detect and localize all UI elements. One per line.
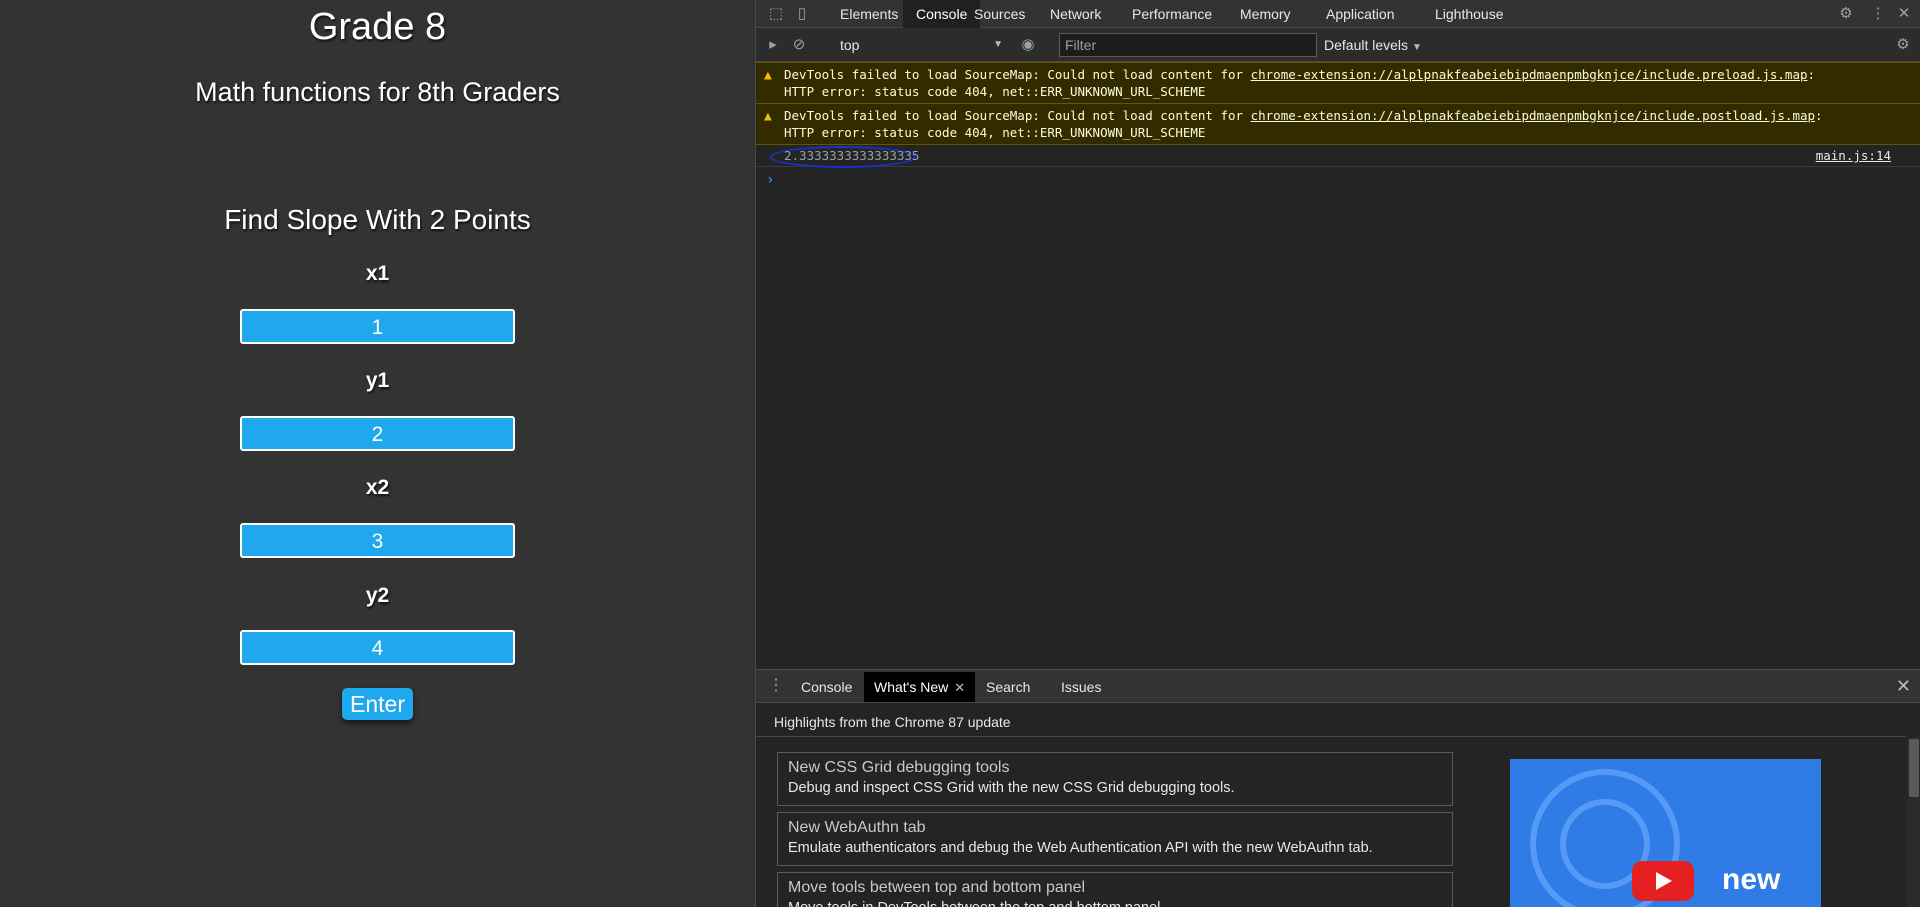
settings-gear-icon[interactable]: ⚙ — [1836, 4, 1856, 24]
scrollbar-thumb[interactable] — [1909, 739, 1919, 797]
feature-title: Move tools between top and bottom panel — [788, 879, 1086, 896]
tab-lighthouse[interactable]: Lighthouse — [1422, 0, 1517, 28]
more-options-icon[interactable]: ⋮ — [1868, 4, 1888, 24]
feature-title: New WebAuthn tab — [788, 819, 926, 836]
feature-description: Debug and inspect CSS Grid with the new … — [788, 780, 1235, 796]
levels-label: Default levels — [1324, 37, 1409, 53]
y1-label: y1 — [365, 369, 390, 392]
filter-input[interactable]: Filter — [1059, 33, 1317, 57]
tab-sources[interactable]: Sources — [961, 0, 1038, 28]
tab-memory[interactable]: Memory — [1227, 0, 1304, 28]
context-select[interactable]: top ▼ — [840, 34, 1005, 56]
feature-card[interactable]: New WebAuthn tab Emulate authenticators … — [777, 812, 1453, 866]
highlights-heading: Highlights from the Chrome 87 update — [774, 714, 1011, 730]
web-page: Grade 8 Math functions for 8th Graders F… — [0, 0, 755, 907]
device-toolbar-icon[interactable]: ▯ — [792, 4, 812, 24]
console-toolbar: ▸ ⊘ top ▼ ◉ Filter Default levels ▼ ⚙ — [756, 28, 1920, 62]
warning-text: DevTools failed to load SourceMap: Could… — [784, 108, 1251, 123]
levels-arrow-icon: ▼ — [1411, 42, 1422, 53]
console-warning: ▲ DevTools failed to load SourceMap: Coul… — [756, 62, 1920, 104]
youtube-play-icon[interactable] — [1632, 861, 1694, 901]
log-value: 2.3333333333333335 — [784, 148, 920, 163]
tab-application[interactable]: Application — [1313, 0, 1408, 28]
console-output: ▲ DevTools failed to load SourceMap: Coul… — [756, 62, 1920, 669]
tab-performance[interactable]: Performance — [1119, 0, 1225, 28]
feature-description: Move tools in DevTools between the top a… — [788, 898, 1442, 907]
drawer-scrollbar[interactable] — [1907, 737, 1920, 907]
default-levels-dropdown[interactable]: Default levels ▼ — [1324, 34, 1422, 59]
drawer-tab-whats-new[interactable]: What's New ✕ — [864, 672, 976, 702]
x2-label: x2 — [365, 476, 390, 499]
close-drawer-icon[interactable]: ✕ — [1896, 675, 1911, 697]
feature-description: Emulate authenticators and debug the Web… — [788, 840, 1373, 856]
dropdown-arrow-icon: ▼ — [993, 39, 1003, 50]
sidebar-toggle-icon[interactable]: ▸ — [763, 35, 783, 55]
whats-new-video-thumbnail[interactable]: new — [1510, 759, 1821, 907]
devtools-panel: ⬚ ▯ Elements Console Sources Network Per… — [755, 0, 1920, 907]
drawer-tab-search[interactable]: Search — [976, 672, 1040, 702]
x2-input[interactable]: 3 — [240, 523, 515, 558]
context-value: top — [840, 37, 860, 53]
feature-title: New CSS Grid debugging tools — [788, 759, 1010, 776]
console-warning: ▲ DevTools failed to load SourceMap: Coul… — [756, 104, 1920, 145]
devtools-tabbar: ⬚ ▯ Elements Console Sources Network Per… — [756, 0, 1920, 28]
log-source-link[interactable]: main.js:14 — [1816, 148, 1891, 163]
drawer-menu-icon[interactable]: ⋮ — [768, 676, 784, 696]
y2-input[interactable]: 4 — [240, 630, 515, 665]
warning-link[interactable]: chrome-extension://alplpnakfeabeiebipdma… — [1251, 67, 1808, 82]
console-prompt-icon[interactable]: › — [766, 172, 774, 188]
video-label: new — [1722, 863, 1781, 896]
inspect-element-icon[interactable]: ⬚ — [766, 4, 786, 24]
page-subtitle: Math functions for 8th Graders — [195, 77, 560, 107]
console-settings-gear-icon[interactable]: ⚙ — [1893, 35, 1913, 55]
drawer-tabbar: ⋮ Console What's New ✕ Search Issues ✕ — [756, 670, 1920, 703]
drawer-tab-issues[interactable]: Issues — [1051, 672, 1111, 702]
feature-card[interactable]: Move tools between top and bottom panel … — [777, 872, 1453, 907]
warning-link[interactable]: chrome-extension://alplpnakfeabeiebipdma… — [1251, 108, 1815, 123]
close-tab-icon[interactable]: ✕ — [954, 680, 965, 695]
drawer-tab-whats-new-label: What's New — [874, 679, 949, 695]
x1-input[interactable]: 1 — [240, 309, 515, 344]
tab-elements[interactable]: Elements — [827, 0, 911, 28]
feature-card[interactable]: New CSS Grid debugging tools Debug and i… — [777, 752, 1453, 806]
close-devtools-icon[interactable]: ✕ — [1894, 4, 1914, 24]
enter-button[interactable]: Enter — [342, 688, 413, 720]
section-title: Find Slope With 2 Points — [224, 204, 531, 235]
y1-input[interactable]: 2 — [240, 416, 515, 451]
warning-icon: ▲ — [764, 68, 772, 83]
devtools-drawer: ⋮ Console What's New ✕ Search Issues ✕ Hi… — [756, 669, 1920, 907]
warning-icon: ▲ — [764, 109, 772, 124]
live-expression-eye-icon[interactable]: ◉ — [1018, 35, 1038, 55]
drawer-tab-console[interactable]: Console — [791, 672, 862, 702]
y2-label: y2 — [365, 584, 390, 607]
console-log-row: 2.3333333333333335 main.js:14 — [756, 145, 1920, 168]
tab-network[interactable]: Network — [1037, 0, 1114, 28]
divider — [756, 736, 1906, 737]
clear-console-icon[interactable]: ⊘ — [789, 35, 809, 55]
x1-label: x1 — [365, 262, 390, 285]
warning-text: DevTools failed to load SourceMap: Could… — [784, 67, 1251, 82]
page-title: Grade 8 — [308, 6, 447, 48]
